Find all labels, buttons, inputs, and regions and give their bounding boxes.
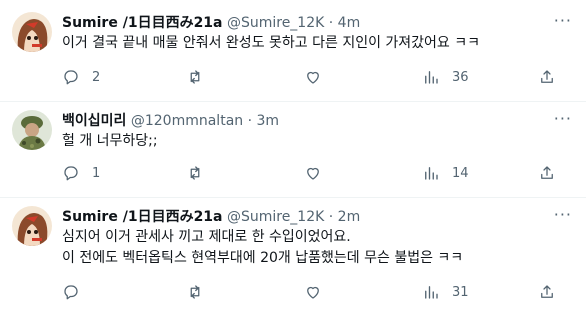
tweet-header: Sumire /1日目西み21a @Sumire_12K · 2m: [62, 207, 360, 227]
share-icon: [541, 285, 553, 298]
reply-icon: [64, 166, 78, 181]
timestamp[interactable]: 4m: [338, 15, 361, 31]
action-bar: 2 36: [62, 67, 576, 87]
more-icon[interactable]: ···: [554, 109, 572, 128]
retweet-icon: [190, 166, 200, 180]
share-icon: [541, 166, 553, 179]
like-button[interactable]: [304, 163, 334, 183]
views-icon: [425, 167, 438, 180]
reply-count: 1: [92, 165, 101, 181]
heart-icon: [307, 286, 319, 299]
tweet[interactable]: Sumire /1日目西み21a @Sumire_12K · 2m ··· 심지…: [0, 198, 586, 310]
reply-icon: [64, 285, 78, 300]
heart-icon: [307, 71, 319, 84]
separator: ·: [247, 113, 253, 129]
heart-icon: [307, 167, 319, 180]
share-button[interactable]: [538, 163, 556, 183]
tweet-text: 이거 결국 끝내 매물 안줘서 완성도 못하고 다른 지인이 가져갔어요 ㅋㅋ: [62, 33, 480, 54]
separator: ·: [328, 15, 334, 31]
reply-icon: [64, 70, 78, 85]
views-count: 36: [452, 69, 469, 85]
like-button[interactable]: [304, 67, 334, 87]
avatar[interactable]: [12, 206, 52, 246]
share-button[interactable]: [538, 282, 556, 302]
retweet-icon: [190, 70, 200, 84]
views-button[interactable]: 14: [422, 163, 469, 183]
tweet-text: 심지어 이거 관세사 끼고 제대로 한 수입이었어요. 이 전에도 벡터옵틱스 …: [62, 227, 463, 269]
retweet-icon: [190, 285, 200, 299]
display-name[interactable]: Sumire /1日目西み21a: [62, 15, 223, 31]
tweet-line: 헐 개 너무하당;;: [62, 133, 158, 149]
share-button[interactable]: [538, 67, 556, 87]
separator: ·: [328, 209, 334, 225]
tweet-header: 백이십미리 @120mmnaltan · 3m: [62, 111, 279, 131]
reply-count: 2: [92, 69, 101, 85]
timestamp[interactable]: 3m: [257, 113, 280, 129]
views-icon: [425, 71, 438, 84]
views-icon: [425, 286, 438, 299]
retweet-button[interactable]: [186, 67, 216, 87]
action-bar: 31: [62, 282, 576, 302]
tweet-header: Sumire /1日目西み21a @Sumire_12K · 4m: [62, 13, 360, 33]
views-count: 31: [452, 284, 469, 300]
share-icon: [541, 70, 553, 83]
like-button[interactable]: [304, 282, 334, 302]
handle[interactable]: @120mmnaltan: [131, 113, 243, 129]
handle[interactable]: @Sumire_12K: [227, 15, 324, 31]
reply-button[interactable]: 1: [62, 163, 100, 183]
avatar[interactable]: [12, 12, 52, 52]
views-count: 14: [452, 165, 469, 181]
reply-button[interactable]: 2: [62, 67, 100, 87]
display-name[interactable]: 백이십미리: [62, 113, 126, 129]
handle[interactable]: @Sumire_12K: [227, 209, 324, 225]
more-icon[interactable]: ···: [554, 205, 572, 224]
timestamp[interactable]: 2m: [338, 209, 361, 225]
retweet-button[interactable]: [186, 282, 216, 302]
display-name[interactable]: Sumire /1日目西み21a: [62, 209, 223, 225]
tweet-line: 심지어 이거 관세사 끼고 제대로 한 수입이었어요.: [62, 229, 351, 245]
reply-button[interactable]: [62, 282, 92, 302]
tweet[interactable]: 백이십미리 @120mmnaltan · 3m ··· 헐 개 너무하당;; 1…: [0, 102, 586, 198]
avatar[interactable]: [12, 110, 52, 150]
tweet[interactable]: Sumire /1日目西み21a @Sumire_12K · 4m ··· 이거…: [0, 0, 586, 102]
views-button[interactable]: 36: [422, 67, 469, 87]
action-bar: 1 14: [62, 163, 576, 183]
tweet-line: 이거 결국 끝내 매물 안줘서 완성도 못하고 다른 지인이 가져갔어요 ㅋㅋ: [62, 35, 481, 51]
more-icon[interactable]: ···: [554, 11, 572, 30]
tweet-text: 헐 개 너무하당;;: [62, 131, 158, 152]
views-button[interactable]: 31: [422, 282, 469, 302]
tweet-line: 이 전에도 벡터옵틱스 현역부대에 20개 납품했는데 무슨 불법은 ㅋㅋ: [62, 250, 464, 266]
retweet-button[interactable]: [186, 163, 216, 183]
